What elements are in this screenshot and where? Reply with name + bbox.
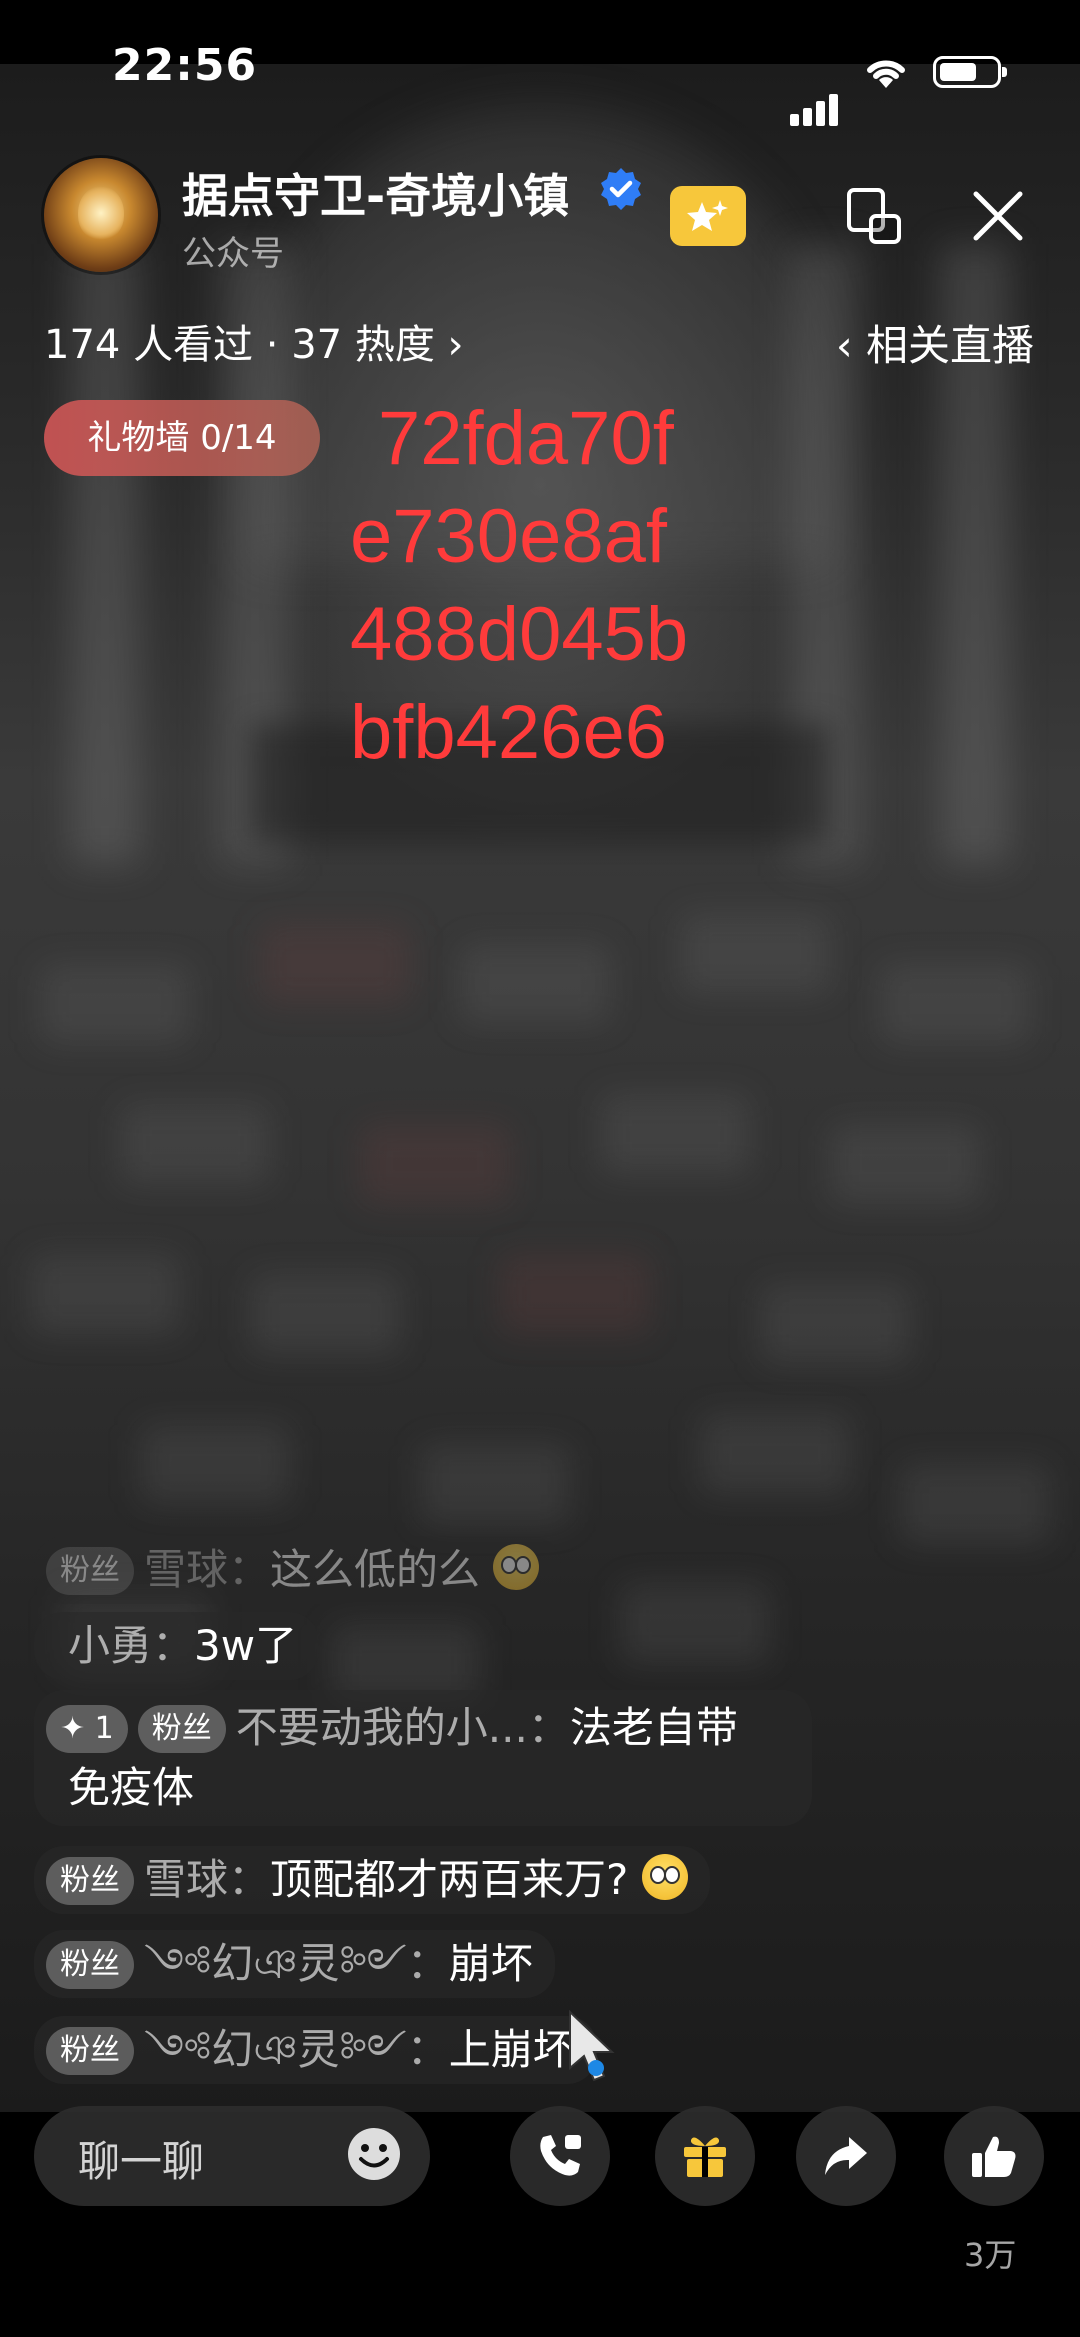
like-icon bbox=[972, 2136, 1016, 2177]
comment-message: 崩坏 bbox=[448, 1939, 533, 1988]
channel-avatar[interactable] bbox=[44, 158, 158, 272]
comment-username[interactable]: 不要动我的小...： bbox=[236, 1703, 570, 1752]
comment-message: 3w了 bbox=[194, 1621, 298, 1670]
comment-username[interactable]: ༺幻ঞ灵༻： bbox=[144, 1939, 449, 1988]
like-count: 3万 bbox=[964, 2236, 1017, 2274]
verified-icon bbox=[601, 168, 641, 210]
comment-message: 上崩坏 bbox=[448, 2025, 575, 2074]
comment-item[interactable]: 粉丝 雪球：这么低的么 bbox=[34, 1536, 562, 1604]
comment-item[interactable]: 小勇：3w了 bbox=[34, 1612, 320, 1680]
chat-placeholder: 聊一聊 bbox=[78, 2137, 205, 2186]
call-button[interactable] bbox=[510, 2106, 610, 2206]
gift-icon bbox=[684, 2137, 726, 2177]
fan-badge: 粉丝 bbox=[137, 1705, 226, 1753]
star-badge-icon[interactable] bbox=[670, 186, 746, 246]
flushed-emoji-icon bbox=[493, 1544, 540, 1590]
battery-icon bbox=[933, 56, 1007, 88]
like-button[interactable] bbox=[944, 2106, 1044, 2206]
comment-message-line2: 免疫体 bbox=[68, 1763, 195, 1812]
level-badge: ✦ 1 bbox=[46, 1705, 128, 1753]
comment-item[interactable]: 粉丝 ༺幻ঞ灵༻：崩坏 bbox=[34, 1930, 555, 1998]
chat-input[interactable]: 聊一聊 bbox=[34, 2106, 430, 2206]
related-live-link[interactable]: ‹ 相关直播 bbox=[836, 312, 1034, 373]
fan-badge: 粉丝 bbox=[46, 2027, 134, 2075]
share-button[interactable] bbox=[796, 2106, 896, 2206]
close-icon[interactable] bbox=[970, 188, 1026, 244]
overlay-code-line: 488d045b bbox=[350, 592, 689, 677]
overlay-code: 72fda70f e730e8af 488d045b bfb426e6 bbox=[350, 390, 750, 782]
gift-wall-button[interactable]: 礼物墙 0/14 bbox=[44, 400, 320, 476]
comment-username[interactable]: 小勇： bbox=[68, 1621, 194, 1670]
channel-name[interactable]: 据点守卫-奇境小镇 bbox=[182, 160, 569, 226]
fan-badge: 粉丝 bbox=[46, 1857, 134, 1905]
view-stats[interactable]: 174 人看过 · 37 热度 › bbox=[44, 312, 464, 370]
share-icon bbox=[825, 2137, 867, 2175]
picture-in-picture-icon[interactable] bbox=[845, 186, 905, 246]
status-time: 22:56 bbox=[112, 40, 258, 91]
gift-button[interactable] bbox=[655, 2106, 755, 2206]
comment-message: 法老自带 bbox=[569, 1703, 738, 1752]
overlay-code-line: e730e8af bbox=[350, 494, 667, 579]
fan-badge: 粉丝 bbox=[46, 1547, 134, 1595]
flushed-emoji-icon bbox=[641, 1854, 688, 1900]
comment-message: 顶配都才两百来万? bbox=[270, 1855, 629, 1904]
status-bar: 22:56 bbox=[0, 0, 1080, 126]
comment-username[interactable]: 雪球： bbox=[144, 1545, 270, 1594]
live-stream-screen: 22:56 据点守卫-奇境小镇 公众号 174 人看过 · 37 热度 › ‹ … bbox=[0, 0, 1080, 2337]
comment-message: 这么低的么 bbox=[270, 1545, 481, 1594]
wifi-icon bbox=[867, 60, 905, 88]
mouse-cursor-icon bbox=[569, 2010, 615, 2082]
comment-item[interactable]: 粉丝 雪球：顶配都才两百来万? bbox=[34, 1846, 710, 1914]
comment-item[interactable]: ✦ 1 粉丝 不要动我的小...：法老自带 免疫体 bbox=[34, 1690, 812, 1826]
fan-badge: 粉丝 bbox=[46, 1941, 134, 1989]
overlay-code-line: bfb426e6 bbox=[350, 690, 667, 775]
overlay-code-line: 72fda70f bbox=[378, 396, 674, 481]
smile-icon[interactable] bbox=[346, 2126, 402, 2182]
comment-username[interactable]: ༺幻ঞ灵༻： bbox=[144, 2025, 449, 2074]
comment-item[interactable]: 粉丝 ༺幻ঞ灵༻：上崩坏 bbox=[34, 2016, 597, 2084]
phone-call-icon bbox=[540, 2135, 581, 2176]
channel-type: 公众号 bbox=[182, 234, 284, 274]
comment-username[interactable]: 雪球： bbox=[144, 1855, 270, 1904]
bottom-bar: 聊一聊 3万 bbox=[0, 2106, 1080, 2337]
